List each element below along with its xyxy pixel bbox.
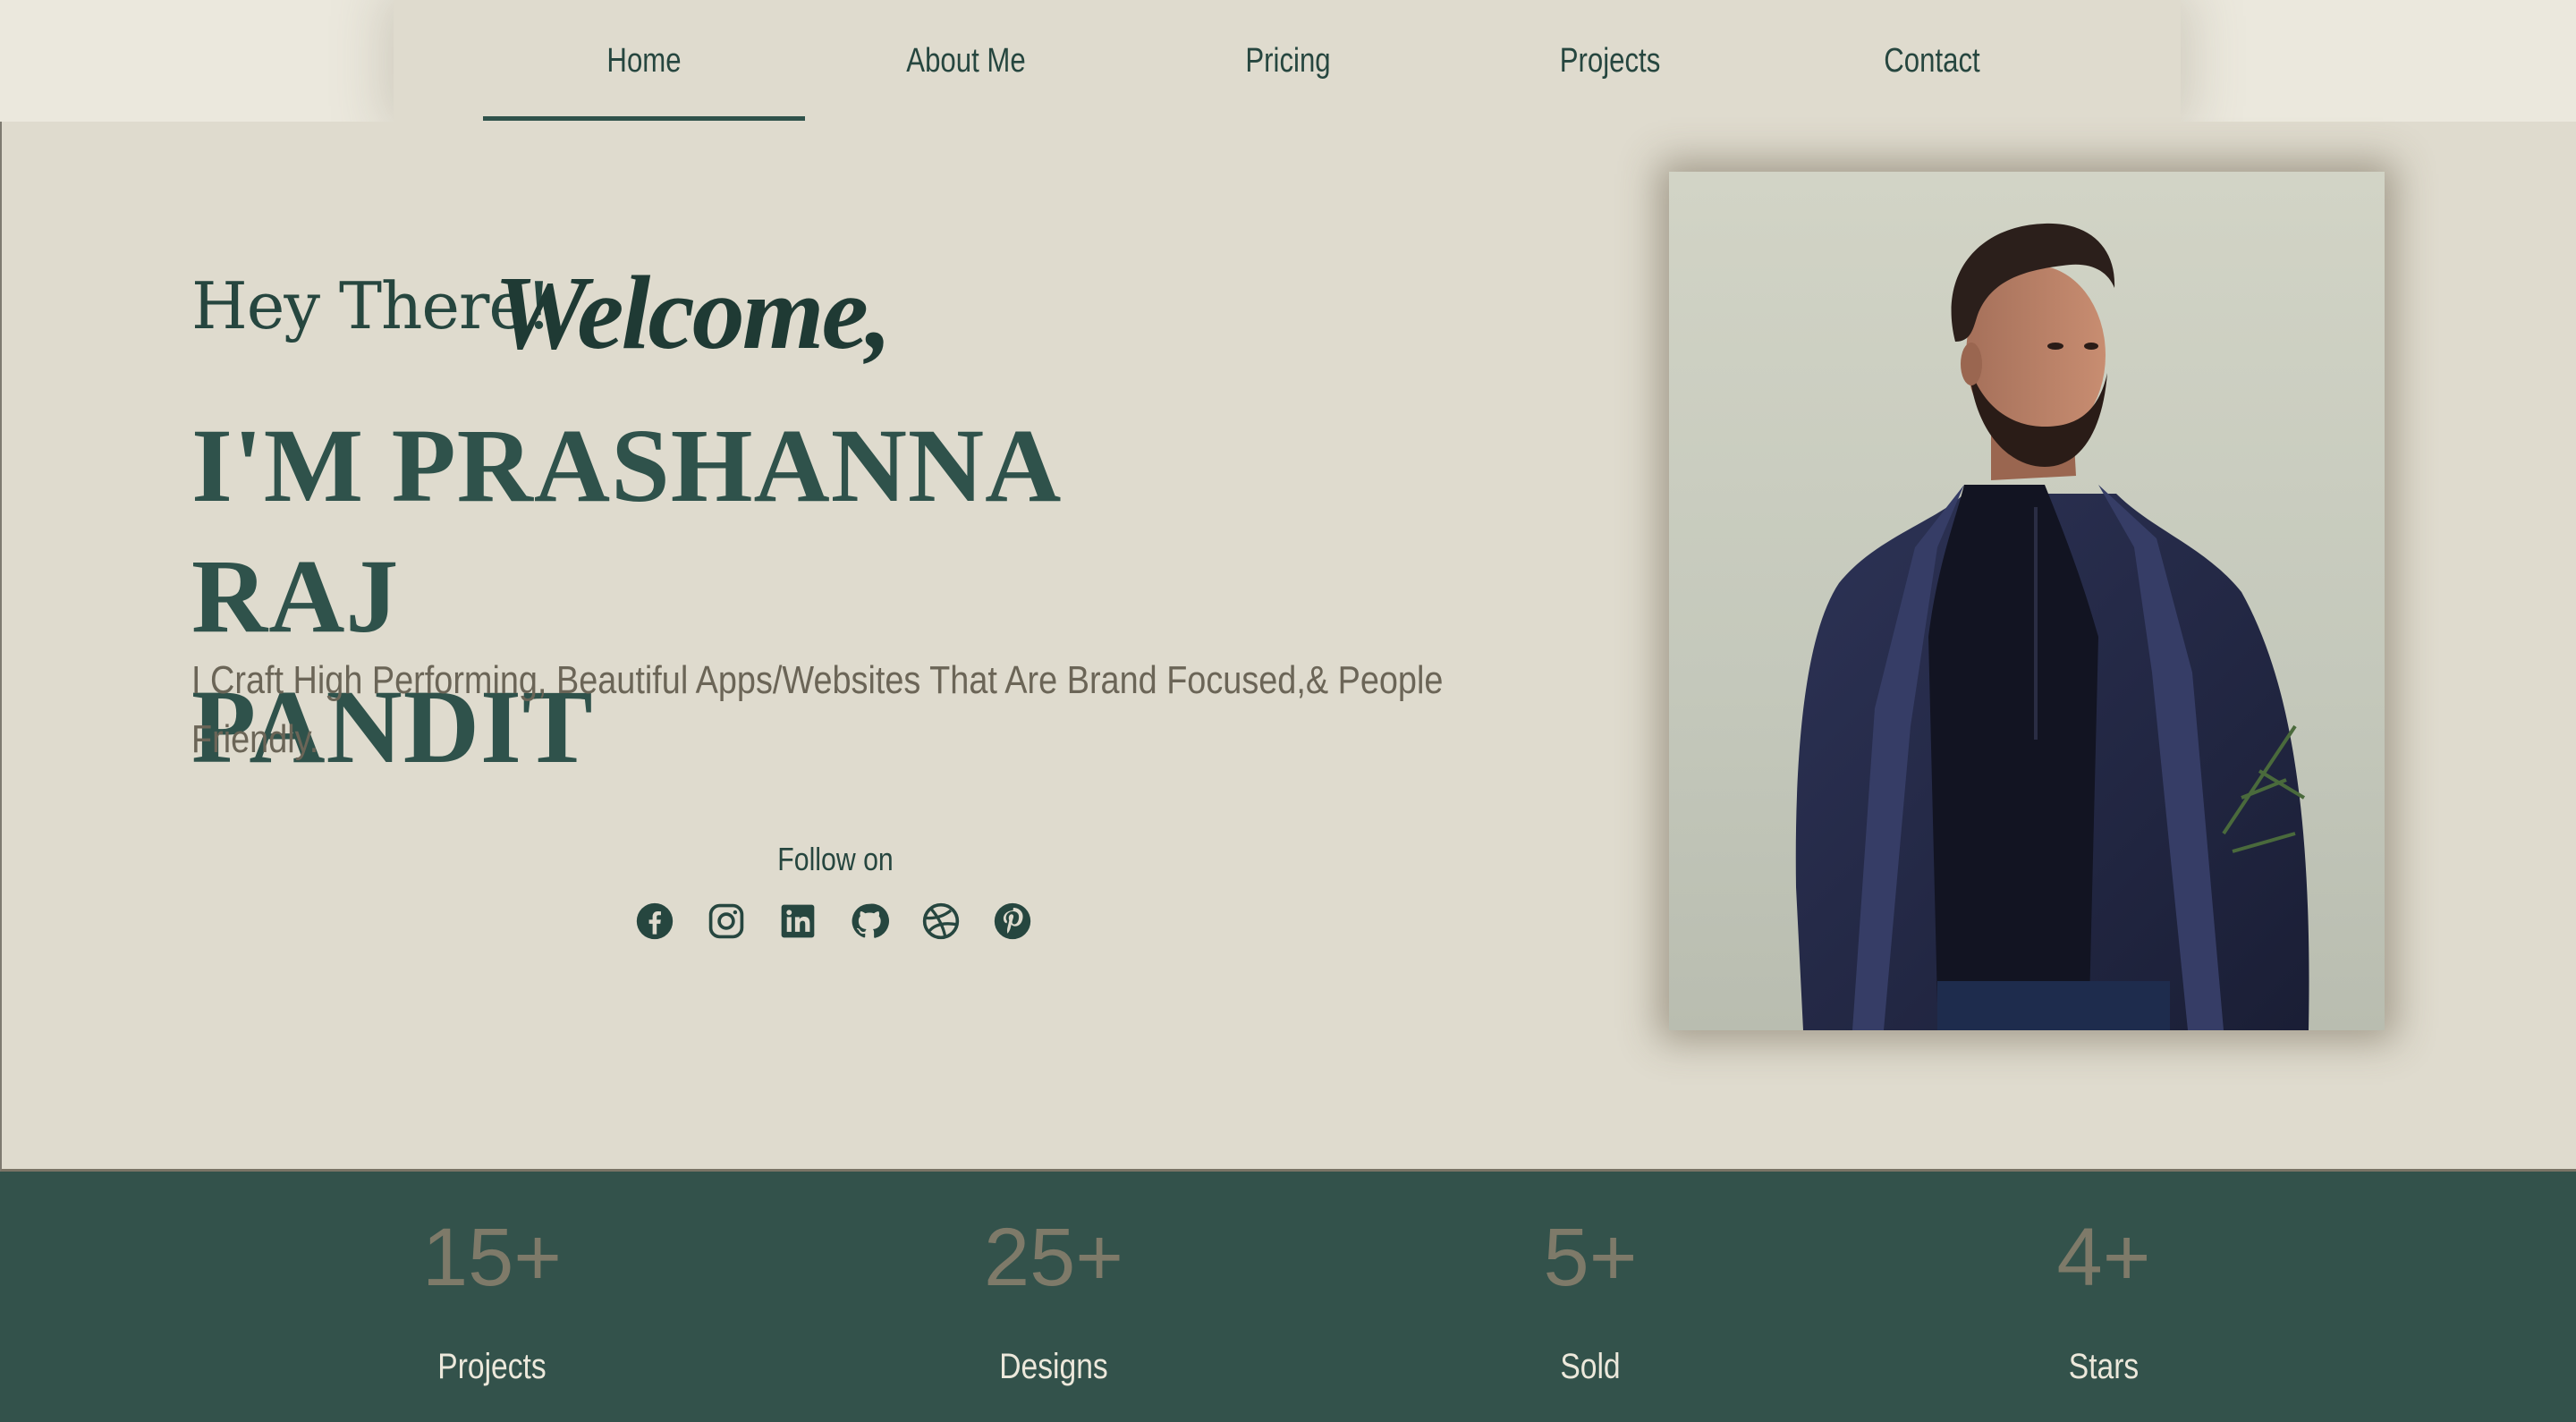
instagram-icon[interactable] — [707, 901, 746, 941]
stat-label: Designs — [999, 1347, 1108, 1386]
nav-projects[interactable]: Projects — [1478, 0, 1741, 122]
active-nav-indicator — [483, 116, 805, 121]
facebook-icon[interactable] — [635, 901, 674, 941]
github-icon[interactable] — [850, 901, 889, 941]
stat-value: 25+ — [983, 1212, 1124, 1303]
nav-home[interactable]: Home — [512, 0, 775, 122]
dribbble-icon[interactable] — [921, 901, 961, 941]
profile-photo — [1669, 172, 2385, 1030]
hero-tagline: I Craft High Performing, Beautiful Apps/… — [191, 658, 1444, 761]
linkedin-icon[interactable] — [778, 901, 818, 941]
stat-value: 5+ — [1543, 1212, 1638, 1303]
stat-value: 15+ — [421, 1212, 563, 1303]
stat-label: Projects — [437, 1347, 547, 1386]
pinterest-icon[interactable] — [993, 901, 1032, 941]
hero-name-line-1: I'M PRASHANNA RAJ — [191, 407, 1056, 655]
nav-pricing[interactable]: Pricing — [1156, 0, 1419, 122]
welcome-text: Welcome, — [494, 254, 892, 371]
stats-band: 15+ Projects 25+ Designs 5+ Sold 4+ Star… — [0, 1172, 2576, 1422]
nav-contact[interactable]: Contact — [1800, 0, 2063, 122]
stat-label: Sold — [1560, 1347, 1621, 1386]
stat-label: Stars — [2068, 1347, 2140, 1386]
follow-label: Follow on — [777, 841, 894, 877]
portrait-illustration — [1795, 223, 2309, 1030]
main-nav: Home About Me Pricing Projects Contact — [394, 0, 2181, 122]
nav-about-me[interactable]: About Me — [834, 0, 1097, 122]
social-links — [635, 901, 1032, 941]
stat-value: 4+ — [2056, 1212, 2151, 1303]
